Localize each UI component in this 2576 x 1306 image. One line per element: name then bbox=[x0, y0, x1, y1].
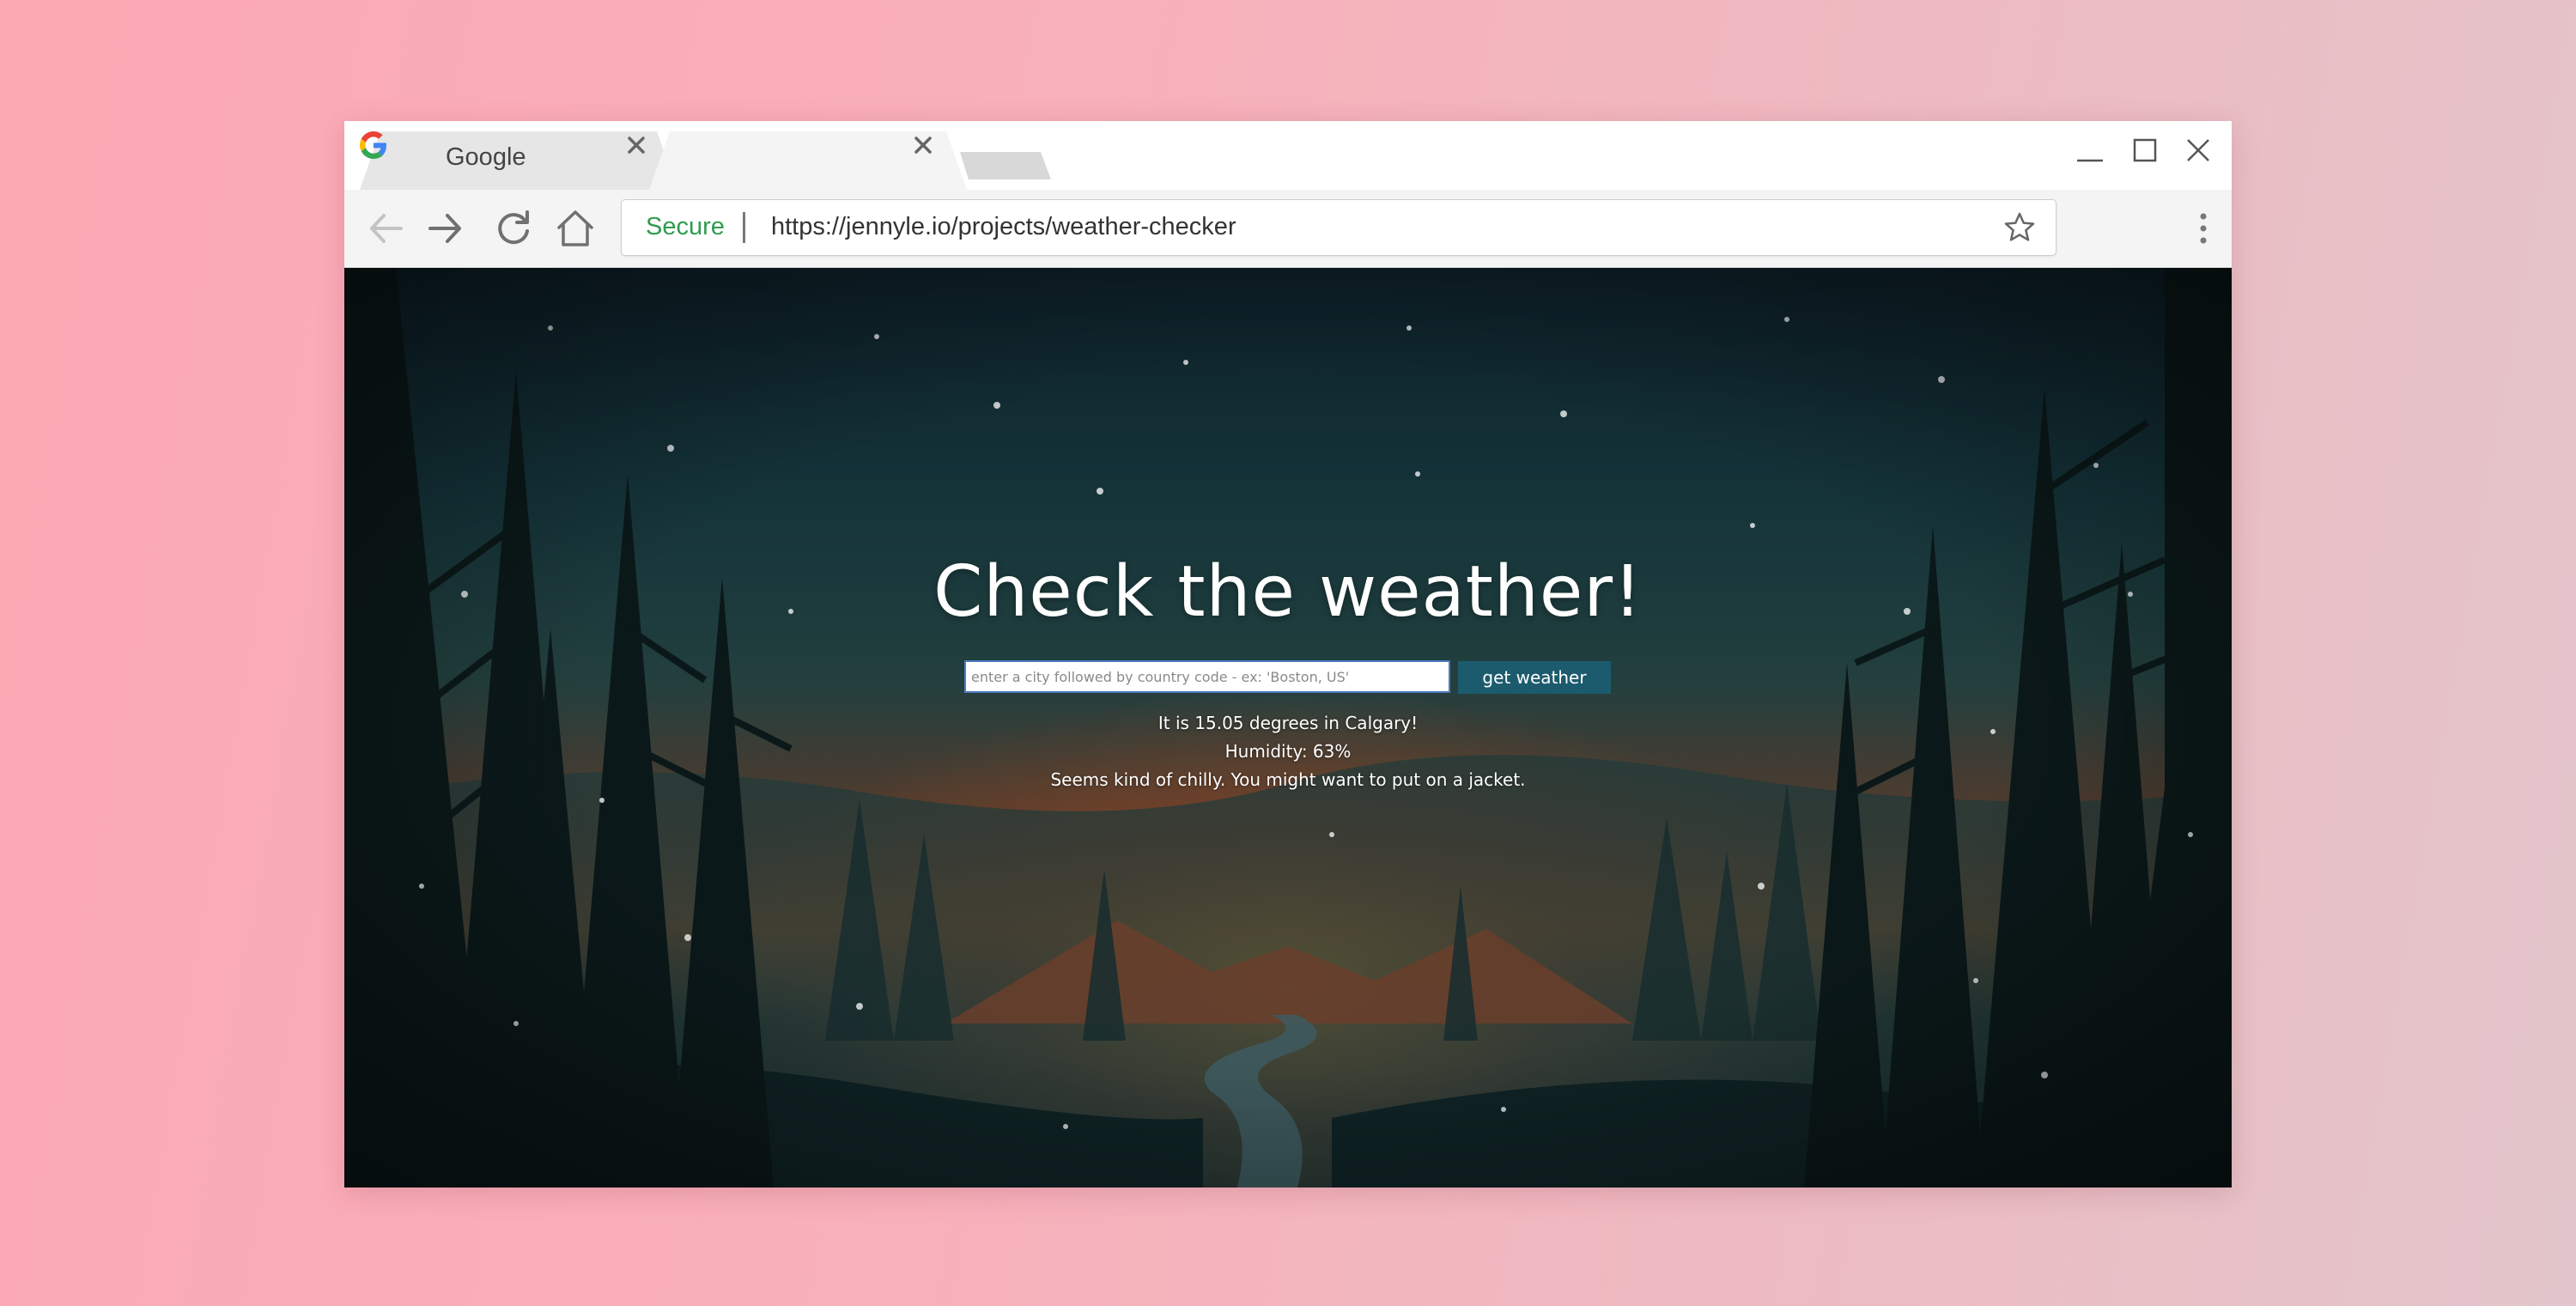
omnibox-separator bbox=[743, 212, 745, 243]
city-search-input[interactable] bbox=[964, 660, 1450, 693]
new-tab-button[interactable] bbox=[958, 131, 1061, 190]
home-icon[interactable] bbox=[554, 207, 597, 250]
maximize-icon[interactable] bbox=[2127, 133, 2165, 171]
star-icon[interactable] bbox=[2002, 210, 2037, 245]
page-title: Check the weather! bbox=[933, 551, 1643, 633]
advice-result: Seems kind of chilly. You might want to … bbox=[1050, 769, 1526, 790]
secure-label: Secure bbox=[646, 213, 725, 240]
google-g-icon bbox=[360, 131, 386, 159]
address-bar[interactable]: Secure https://jennyle.io/projects/weath… bbox=[621, 199, 2057, 256]
minimize-icon[interactable] bbox=[2072, 133, 2110, 171]
reload-icon[interactable] bbox=[492, 207, 535, 250]
get-weather-button[interactable]: get weather bbox=[1458, 661, 1611, 694]
humidity-result: Humidity: 63% bbox=[1224, 741, 1352, 762]
back-arrow-icon[interactable] bbox=[365, 207, 408, 250]
tab-google[interactable]: Google bbox=[360, 131, 677, 190]
close-icon[interactable] bbox=[2179, 133, 2217, 171]
weather-app: Check the weather! get weather It is 15.… bbox=[344, 268, 2232, 1188]
tab-title: Google bbox=[446, 143, 526, 171]
browser-window: Google Secure https://jennyle.io/project… bbox=[344, 121, 2232, 1188]
close-icon[interactable] bbox=[623, 131, 650, 159]
menu-dots-icon[interactable] bbox=[2190, 207, 2216, 250]
webpage: Check the weather! get weather It is 15.… bbox=[344, 268, 2232, 1188]
tab-strip: Google bbox=[344, 121, 2232, 190]
new-tab-icon bbox=[960, 152, 1051, 179]
browser-toolbar: Secure https://jennyle.io/projects/weath… bbox=[344, 190, 2232, 268]
tab-weather-checker[interactable] bbox=[649, 131, 967, 190]
forward-arrow-icon[interactable] bbox=[423, 207, 466, 250]
close-icon[interactable] bbox=[909, 131, 937, 159]
url-text[interactable]: https://jennyle.io/projects/weather-chec… bbox=[771, 213, 1236, 241]
temperature-result: It is 15.05 degrees in Calgary! bbox=[1157, 713, 1419, 733]
